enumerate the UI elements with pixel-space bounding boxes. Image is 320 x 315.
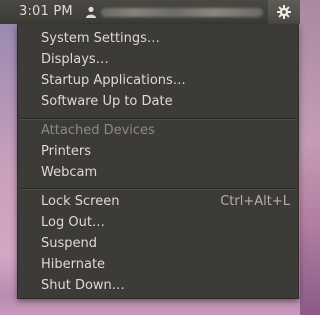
top-panel: 3:01 PM xyxy=(0,0,300,24)
session-menu-button[interactable] xyxy=(268,0,300,24)
user-icon[interactable] xyxy=(85,6,97,18)
menu-item-displays[interactable]: Displays… xyxy=(41,50,290,70)
menu-item-software-up-to-date[interactable]: Software Up to Date xyxy=(41,92,290,112)
menu-item-label: Suspend xyxy=(41,236,98,251)
menu-item-printers[interactable]: Printers xyxy=(41,142,290,162)
menu-separator xyxy=(19,188,297,190)
panel-left-area xyxy=(0,0,14,24)
session-menu: System Settings… Displays… Startup Appli… xyxy=(17,24,299,299)
menu-item-label: Hibernate xyxy=(41,257,106,272)
menu-item-label: Shut Down… xyxy=(41,278,125,293)
menu-item-shortcut: Ctrl+Alt+L xyxy=(220,194,290,209)
menu-item-webcam[interactable]: Webcam xyxy=(41,163,290,183)
menu-item-label: Log Out… xyxy=(41,215,105,230)
gear-icon xyxy=(277,5,291,19)
menu-item-system-settings[interactable]: System Settings… xyxy=(41,29,290,49)
menu-item-hibernate[interactable]: Hibernate xyxy=(41,255,290,275)
menu-item-log-out[interactable]: Log Out… xyxy=(41,213,290,233)
clock[interactable]: 3:01 PM xyxy=(19,4,73,20)
menu-separator xyxy=(19,118,297,120)
menu-item-shut-down[interactable]: Shut Down… xyxy=(41,276,290,296)
user-name-redacted[interactable] xyxy=(101,8,263,17)
menu-header-attached-devices: Attached Devices xyxy=(41,123,155,138)
menu-item-suspend[interactable]: Suspend xyxy=(41,234,290,254)
menu-item-label: Lock Screen xyxy=(41,194,120,209)
menu-item-lock-screen[interactable]: Lock Screen Ctrl+Alt+L xyxy=(41,192,290,212)
menu-item-startup-applications[interactable]: Startup Applications… xyxy=(41,71,290,91)
